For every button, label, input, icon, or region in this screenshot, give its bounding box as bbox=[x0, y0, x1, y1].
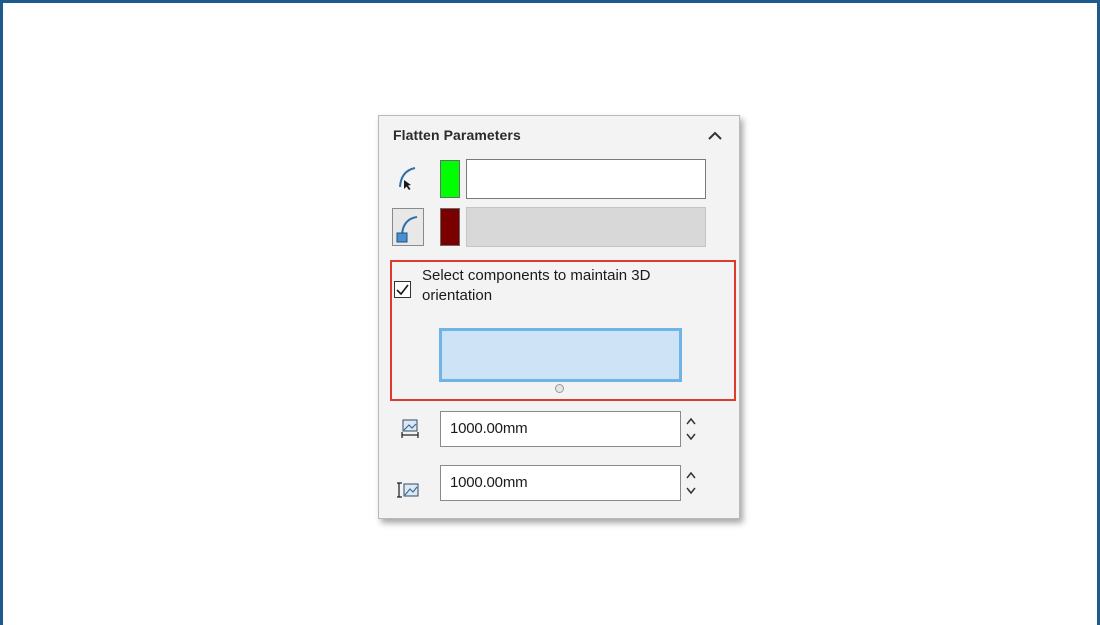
selection-color-swatch-red bbox=[440, 208, 460, 246]
maintain-orientation-label: Select components to maintain 3D orienta… bbox=[422, 266, 722, 306]
chevron-up-icon[interactable] bbox=[705, 125, 725, 145]
height-dimension-icon bbox=[397, 481, 419, 501]
width-dimension-icon bbox=[401, 419, 419, 439]
maintain-orientation-label-line1: Select components to maintain 3D bbox=[422, 267, 651, 284]
height-spinner[interactable] bbox=[684, 465, 698, 501]
fixed-face-selection-field[interactable] bbox=[466, 207, 706, 247]
curve-select-icon[interactable] bbox=[393, 163, 423, 193]
maintain-orientation-checkbox[interactable] bbox=[394, 281, 411, 298]
selection-color-swatch-green bbox=[440, 160, 460, 198]
components-selection-box[interactable] bbox=[439, 328, 682, 382]
curve-selection-field[interactable] bbox=[466, 159, 706, 199]
panel-title: Flatten Parameters bbox=[393, 127, 521, 143]
flatten-parameters-panel: Flatten Parameters Select components to … bbox=[378, 115, 740, 519]
height-input[interactable]: 1000.00mm bbox=[440, 465, 681, 501]
width-input[interactable]: 1000.00mm bbox=[440, 411, 681, 447]
curve-fixed-icon[interactable] bbox=[392, 208, 424, 246]
width-spinner[interactable] bbox=[684, 411, 698, 447]
maintain-orientation-label-line2: orientation bbox=[422, 287, 493, 304]
window-frame: Flatten Parameters Select components to … bbox=[0, 0, 1100, 625]
resize-grip-handle[interactable] bbox=[555, 384, 564, 393]
